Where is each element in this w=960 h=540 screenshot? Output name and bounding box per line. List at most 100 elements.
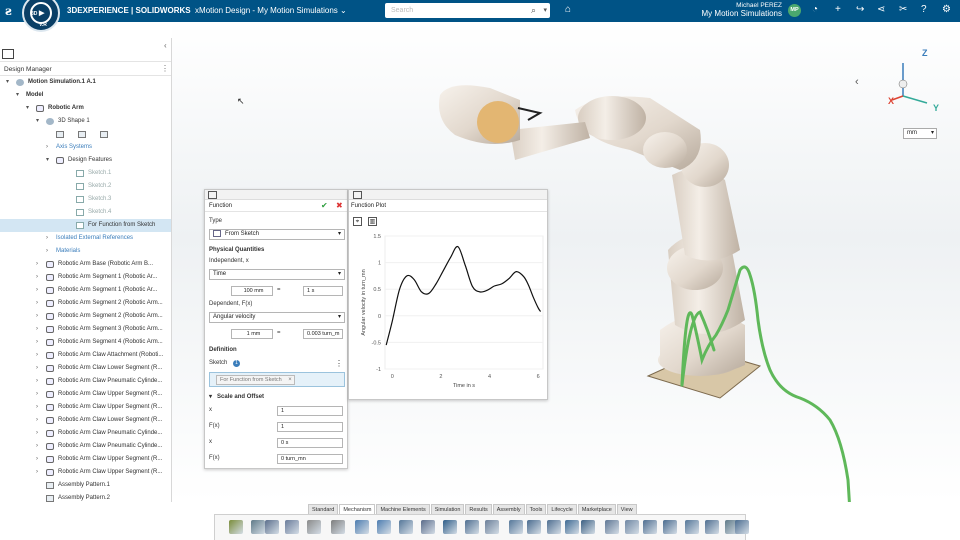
tree-item[interactable]: › Robotic Arm Claw Lower Segment (R... bbox=[0, 362, 171, 375]
independent-select[interactable]: Time ▾ bbox=[209, 269, 345, 280]
tree-item[interactable]: Sketch.1 bbox=[0, 167, 171, 180]
search-input[interactable]: Search bbox=[391, 7, 413, 14]
tree-item[interactable]: › Robotic Arm Claw Lower Segment (R... bbox=[0, 414, 171, 427]
scale-offset-input[interactable]: 0 s bbox=[277, 438, 343, 448]
collapse-arrow-icon[interactable]: › bbox=[36, 349, 38, 362]
tag-icon[interactable]: ⌂ bbox=[565, 4, 571, 15]
tree-item[interactable]: › Robotic Arm Claw Upper Segment (R... bbox=[0, 453, 171, 466]
expand-arrow-icon[interactable]: ▾ bbox=[26, 102, 29, 115]
avatar[interactable]: MP bbox=[788, 4, 801, 17]
scale-offset-heading[interactable]: ▾ Scale and Offset bbox=[209, 393, 264, 400]
collapse-arrow-icon[interactable]: › bbox=[36, 453, 38, 466]
spring-icon[interactable] bbox=[547, 520, 561, 534]
dependent-select[interactable]: Angular velocity ▾ bbox=[209, 312, 345, 323]
tab-lifecycle[interactable]: Lifecycle bbox=[547, 504, 577, 514]
more-options-icon[interactable]: ⋮ bbox=[335, 359, 343, 368]
tree-item[interactable]: Sketch.2 bbox=[0, 180, 171, 193]
collapse-arrow-icon[interactable]: › bbox=[46, 245, 48, 258]
tab-mechanism[interactable]: Mechanism bbox=[339, 504, 376, 514]
tree-item[interactable]: Assembly Pattern.2 bbox=[0, 492, 171, 502]
collapse-arrow-icon[interactable]: › bbox=[36, 375, 38, 388]
chevron-down-icon[interactable]: ▾ bbox=[338, 270, 341, 279]
tree-item[interactable]: › Robotic Arm Segment 2 (Robotic Arm... bbox=[0, 297, 171, 310]
tree-item[interactable]: ▾ Design Features bbox=[0, 154, 171, 167]
axis-icon[interactable] bbox=[581, 520, 595, 534]
tab-results[interactable]: Results bbox=[465, 504, 492, 514]
ds-logo-icon[interactable]: ƨ bbox=[5, 4, 12, 18]
gear-check-icon[interactable] bbox=[251, 520, 265, 534]
contact-icon[interactable] bbox=[565, 520, 579, 534]
chevron-down-icon[interactable]: ▾ bbox=[338, 313, 341, 322]
gear-run-icon[interactable] bbox=[229, 520, 243, 534]
export-icon[interactable] bbox=[285, 520, 299, 534]
remove-chip-icon[interactable]: × bbox=[288, 376, 292, 384]
chevron-down-icon[interactable]: ▾ bbox=[931, 129, 934, 138]
cancel-x-icon[interactable]: ✖ bbox=[336, 201, 343, 210]
collapse-arrow-icon[interactable]: › bbox=[36, 271, 38, 284]
collapse-arrow-icon[interactable]: › bbox=[36, 297, 38, 310]
robot-segment-upper[interactable] bbox=[575, 96, 701, 170]
tree-item[interactable]: › Robotic Arm Segment 1 (Robotic Ar... bbox=[0, 284, 171, 297]
search-box[interactable]: Search ⌕ ▾ bbox=[385, 3, 550, 18]
tree-item[interactable]: › Robotic Arm Base (Robotic Arm B... bbox=[0, 258, 171, 271]
scale-offset-input[interactable]: 1 bbox=[277, 406, 343, 416]
redo-icon[interactable] bbox=[377, 520, 391, 534]
independent-scale-right-input[interactable]: 1 s bbox=[303, 286, 343, 296]
search-icon[interactable]: ⌕ bbox=[531, 5, 536, 16]
collapse-arrow-icon[interactable]: › bbox=[36, 258, 38, 271]
filter-icon[interactable] bbox=[100, 131, 108, 138]
collapse-arrow-icon[interactable]: › bbox=[36, 323, 38, 336]
type-select[interactable]: From Sketch ▾ bbox=[209, 229, 345, 240]
play-icon[interactable]: ▶ bbox=[39, 9, 44, 17]
tab-machine-elements[interactable]: Machine Elements bbox=[376, 504, 430, 514]
pin-joint-icon[interactable] bbox=[465, 520, 479, 534]
load-icon[interactable] bbox=[735, 520, 749, 534]
tree-item[interactable]: ▾ Motion Simulation.1 A.1 bbox=[0, 76, 171, 89]
tree-item[interactable]: › Robotic Arm Segment 4 (Robotic Arm... bbox=[0, 336, 171, 349]
animation-icon[interactable] bbox=[685, 520, 699, 534]
ground-icon[interactable] bbox=[605, 520, 619, 534]
tab-marketplace[interactable]: Marketplace bbox=[577, 504, 616, 514]
compass-icon[interactable]: 3D V.R ▶ bbox=[22, 0, 60, 32]
tab-simulation[interactable]: Simulation bbox=[430, 504, 465, 514]
collapse-arrow-icon[interactable]: › bbox=[36, 427, 38, 440]
settings-icon[interactable] bbox=[331, 520, 345, 534]
expand-arrow-icon[interactable]: ▾ bbox=[16, 89, 19, 102]
tab-view[interactable]: View bbox=[616, 504, 637, 514]
orientation-triad[interactable]: Z X Y bbox=[885, 48, 945, 113]
tree-item[interactable]: › Robotic Arm Claw Pneumatic Cylinde... bbox=[0, 375, 171, 388]
command-icon[interactable] bbox=[307, 520, 321, 534]
tree-item[interactable] bbox=[0, 128, 171, 141]
expand-arrow-icon[interactable]: ▾ bbox=[6, 76, 9, 89]
expand-arrow-icon[interactable]: ▾ bbox=[46, 154, 49, 167]
mesh-icon[interactable] bbox=[705, 520, 719, 534]
tree-item[interactable]: ▾ 3D Shape 1 bbox=[0, 115, 171, 128]
tree-item[interactable]: Sketch.4 bbox=[0, 206, 171, 219]
tree-item[interactable]: › Robotic Arm Claw Pneumatic Cylinde... bbox=[0, 427, 171, 440]
tree-item[interactable]: › Robotic Arm Claw Attachment (Roboti... bbox=[0, 349, 171, 362]
gear-joint-icon[interactable] bbox=[509, 520, 523, 534]
filter-icon[interactable] bbox=[78, 131, 86, 138]
dependent-scale-left-input[interactable]: 1 mm bbox=[231, 329, 273, 339]
scale-offset-input[interactable]: 0 turn_mn bbox=[277, 454, 343, 464]
slider-joint-icon[interactable] bbox=[485, 520, 499, 534]
tree-item[interactable]: › Materials bbox=[0, 245, 171, 258]
plot-icon[interactable] bbox=[353, 191, 362, 199]
sketch-selection-box[interactable]: For Function from Sketch × bbox=[209, 372, 345, 387]
help-icon[interactable]: ? bbox=[921, 4, 927, 15]
tree-item[interactable]: › Robotic Arm Claw Upper Segment (R... bbox=[0, 401, 171, 414]
collapse-arrow-icon[interactable]: › bbox=[36, 336, 38, 349]
motor-icon[interactable] bbox=[527, 520, 541, 534]
tree-item[interactable]: ▾ Robotic Arm bbox=[0, 102, 171, 115]
collapse-arrow-icon[interactable]: › bbox=[36, 440, 38, 453]
tree-item[interactable]: For Function from Sketch bbox=[0, 219, 171, 232]
add-icon[interactable]: + bbox=[835, 4, 841, 15]
more-options-icon[interactable]: ⋮ bbox=[161, 64, 169, 73]
unit-select[interactable]: mm ▾ bbox=[903, 128, 937, 139]
share-icon[interactable]: ⋖ bbox=[877, 4, 885, 15]
collapse-arrow-icon[interactable]: › bbox=[36, 284, 38, 297]
tree-item[interactable]: Assembly Pattern.1 bbox=[0, 479, 171, 492]
filter-icon[interactable] bbox=[56, 131, 64, 138]
tree-item[interactable]: › Isolated External References bbox=[0, 232, 171, 245]
app-name[interactable]: xMotion Design - My Motion Simulations bbox=[195, 6, 338, 15]
